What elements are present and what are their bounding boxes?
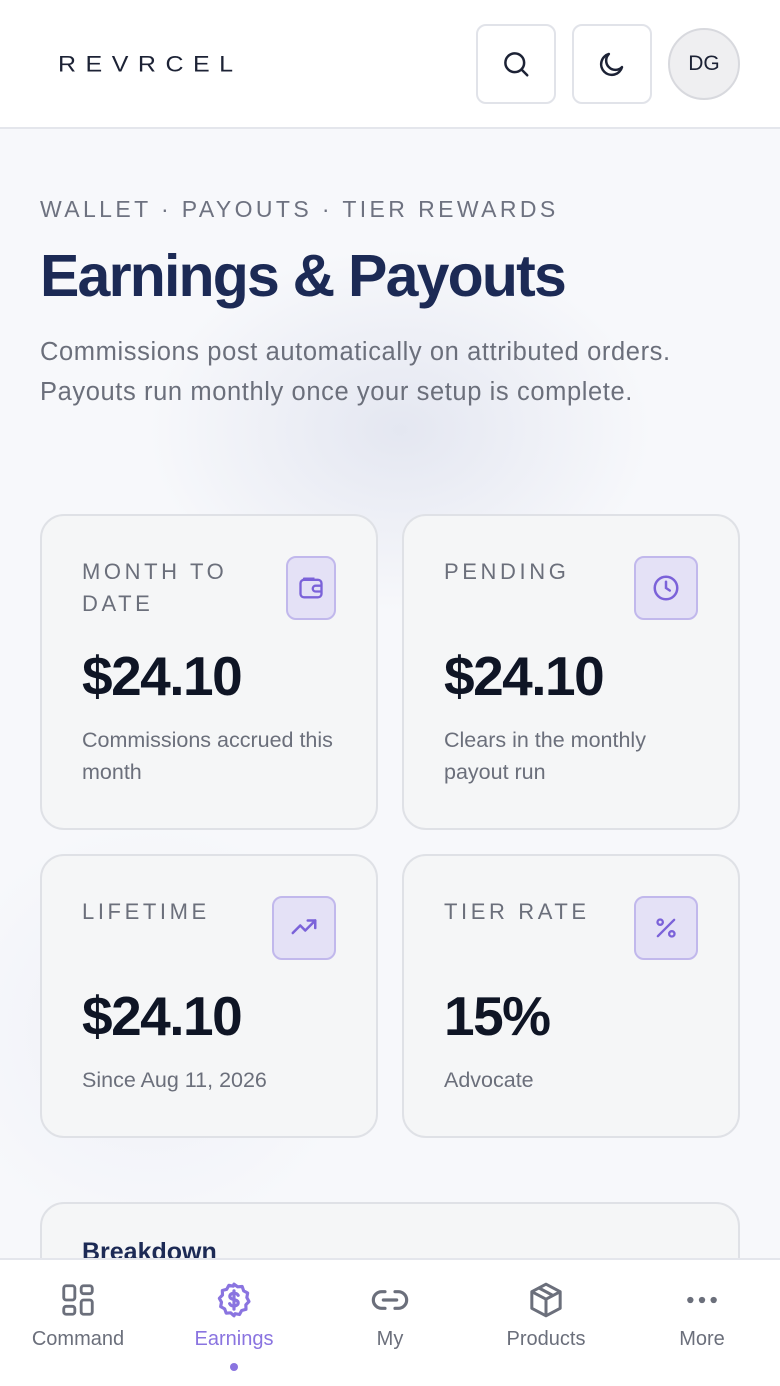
card-value: $24.10 — [82, 645, 243, 707]
card-note: Commissions accrued this month — [82, 728, 333, 784]
more-icon — [687, 1296, 717, 1304]
trending-up-icon — [291, 919, 317, 935]
nav-item-my[interactable]: My — [312, 1260, 468, 1386]
nav-item-more[interactable]: More — [624, 1260, 780, 1386]
active-indicator-dot — [230, 1363, 238, 1371]
section-eyebrow: WALLET · PAYOUTS · TIER REWARDS — [40, 196, 559, 222]
card-value: $24.10 — [444, 645, 605, 707]
top-header: REVRCEL DG — [0, 0, 780, 129]
nav-label: Command — [31, 1328, 125, 1350]
card-label: PENDING — [444, 559, 570, 584]
stat-card-pending: PENDING $24.10 Clears in the monthly pay… — [402, 514, 740, 830]
card-note: Advocate — [444, 1068, 534, 1092]
card-label: TIER RATE — [444, 899, 590, 924]
percent-icon-badge — [634, 896, 698, 960]
dollar-circle-icon — [217, 1282, 251, 1318]
bottom-navigation: Command Earnings My Products More — [0, 1258, 780, 1386]
box-icon — [530, 1282, 562, 1318]
trending-up-icon-badge — [272, 896, 336, 960]
nav-item-earnings[interactable]: Earnings — [156, 1260, 312, 1386]
search-button[interactable] — [476, 24, 556, 104]
card-note: Since Aug 11, 2026 — [82, 1068, 267, 1092]
card-label: MONTH TO DATE — [82, 559, 228, 616]
link-icon — [371, 1290, 409, 1310]
nav-item-command[interactable]: Command — [0, 1260, 156, 1386]
nav-item-products[interactable]: Products — [468, 1260, 624, 1386]
grid-icon — [62, 1284, 94, 1316]
percent-icon — [656, 918, 676, 938]
page-description: Commissions post automatically on attrib… — [40, 338, 671, 406]
theme-toggle-button[interactable] — [572, 24, 652, 104]
nav-label: More — [679, 1328, 725, 1350]
clock-icon — [653, 575, 679, 601]
nav-label: Products — [506, 1328, 586, 1350]
moon-icon — [599, 52, 624, 77]
stat-card-month-to-date: MONTH TO DATE $24.10 Commissions accrued… — [40, 514, 378, 830]
card-note: Clears in the monthly payout run — [444, 728, 646, 784]
stat-card-lifetime: LIFETIME $24.10 Since Aug 11, 2026 — [40, 854, 378, 1138]
clock-icon-badge — [634, 556, 698, 620]
page-title: Earnings & Payouts — [40, 243, 567, 309]
search-icon — [504, 52, 529, 77]
user-avatar[interactable]: DG — [668, 28, 740, 100]
card-value: 15% — [444, 985, 551, 1047]
nav-label: Earnings — [194, 1328, 274, 1350]
stat-card-tier-rate: TIER RATE 15% Advocate — [402, 854, 740, 1138]
wallet-icon — [299, 577, 323, 599]
brand-logo[interactable]: REVRCEL — [58, 51, 243, 77]
nav-label: My — [376, 1328, 404, 1350]
card-value: $24.10 — [82, 985, 243, 1047]
avatar-initials: DG — [688, 52, 720, 75]
card-label: LIFETIME — [82, 899, 210, 924]
wallet-icon-badge — [286, 556, 336, 620]
